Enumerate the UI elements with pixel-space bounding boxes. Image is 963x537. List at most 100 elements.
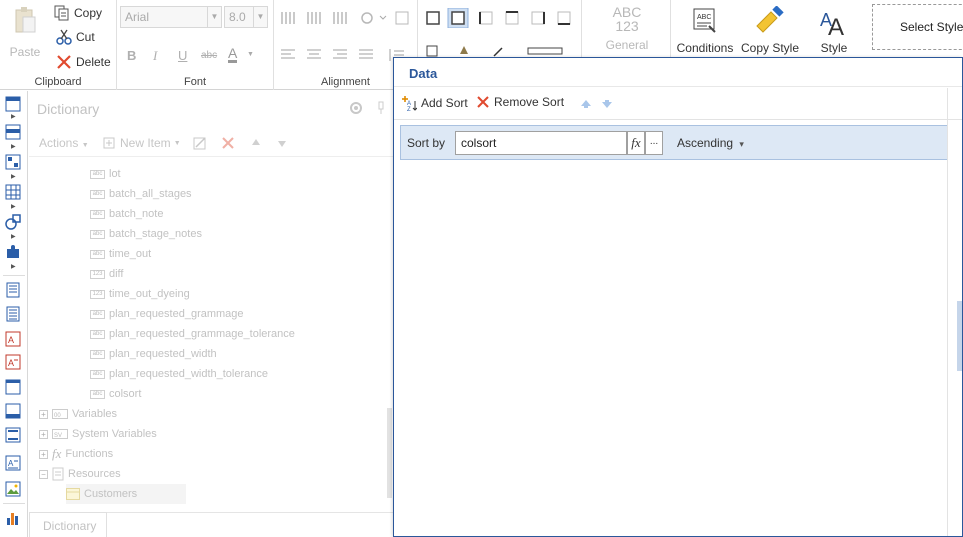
report-title-band-icon[interactable] bbox=[5, 96, 21, 112]
font-group-label: Font bbox=[183, 76, 206, 88]
expression-editor-button[interactable]: fx bbox=[627, 131, 645, 155]
tree-field-row[interactable]: abc plan_requested_width_tolerance bbox=[90, 364, 268, 384]
tree-field-row[interactable]: 123 time_out_dyeing bbox=[90, 284, 190, 304]
caret-right-icon[interactable]: ▶ bbox=[11, 233, 16, 240]
horizontal-align-icons[interactable] bbox=[280, 47, 410, 63]
collapse-icon[interactable]: − bbox=[39, 469, 48, 479]
tree-field-row[interactable]: 123 diff bbox=[90, 264, 123, 284]
cut-button[interactable]: Cut bbox=[56, 27, 95, 47]
sort-rule-row[interactable]: Sort by colsort fx ... Ascending ▾ bbox=[400, 125, 948, 160]
caret-right-icon[interactable]: ▶ bbox=[11, 203, 16, 210]
expand-icon[interactable]: + bbox=[39, 429, 48, 439]
font-family-combo[interactable]: Arial ▼ bbox=[120, 6, 222, 28]
select-style-gallery[interactable]: Select Style bbox=[872, 4, 963, 50]
string-type-icon: abc bbox=[90, 329, 105, 339]
pin-icon[interactable] bbox=[377, 101, 385, 115]
border-style-icons[interactable] bbox=[424, 8, 578, 28]
column-header-icon[interactable] bbox=[5, 379, 21, 395]
chevron-down-icon[interactable]: ▼ bbox=[247, 50, 254, 58]
tree-field-row[interactable]: abc batch_all_stages bbox=[90, 184, 192, 204]
tree-field-row[interactable]: abc lot bbox=[90, 164, 121, 184]
copy-icon bbox=[54, 5, 69, 21]
data-band-icon[interactable] bbox=[5, 154, 21, 170]
dictionary-panel: Dictionary Actions ▼ New Item ▼ abc lot a… bbox=[29, 91, 394, 537]
text-icon[interactable]: A bbox=[5, 455, 21, 471]
strikethrough-button[interactable]: abc bbox=[201, 50, 217, 61]
sort-by-label: Sort by bbox=[407, 136, 446, 150]
delete-x-icon[interactable] bbox=[221, 136, 235, 150]
copy-label: Copy bbox=[74, 6, 103, 20]
copy-style-button[interactable]: Copy Style bbox=[738, 5, 802, 55]
style-button[interactable]: A A Style bbox=[812, 6, 856, 55]
cross-tab-icon[interactable] bbox=[5, 184, 21, 200]
tree-field-row[interactable]: abc plan_requested_width bbox=[90, 344, 217, 364]
caret-right-icon[interactable]: ▶ bbox=[11, 113, 16, 120]
actions-menu[interactable]: Actions ▼ bbox=[39, 136, 89, 150]
format-general-button[interactable]: ABC 123 General bbox=[602, 5, 652, 52]
new-item-menu[interactable]: New Item ▼ bbox=[103, 136, 181, 150]
page-header-icon[interactable] bbox=[5, 282, 21, 298]
fill-line-icons[interactable] bbox=[424, 44, 578, 58]
column-footer-icon[interactable] bbox=[5, 403, 21, 419]
chart-icon[interactable] bbox=[5, 510, 21, 526]
field-name: batch_all_stages bbox=[109, 188, 192, 200]
tree-field-row[interactable]: abc plan_requested_grammage_tolerance bbox=[90, 324, 295, 344]
dictionary-scrollbar[interactable] bbox=[387, 408, 392, 498]
tree-group-variables[interactable]: + 00 Variables bbox=[39, 404, 117, 424]
bold-button[interactable]: B bbox=[127, 48, 136, 63]
add-sort-button[interactable]: A Z Add Sort bbox=[401, 95, 468, 111]
image-icon[interactable] bbox=[5, 481, 21, 497]
tree-field-row[interactable]: abc time_out bbox=[90, 244, 151, 264]
sort-expression-input[interactable]: colsort bbox=[455, 131, 627, 155]
table-resource-icon bbox=[66, 488, 80, 500]
dialog-scrollbar[interactable] bbox=[957, 301, 962, 371]
header-band-icon[interactable] bbox=[5, 124, 21, 140]
tree-field-row[interactable]: abc plan_requested_grammage bbox=[90, 304, 244, 324]
conditions-button[interactable]: ABC Conditions bbox=[676, 6, 734, 55]
font-color-button[interactable]: A bbox=[228, 46, 238, 63]
tree-group-resources[interactable]: − Resources bbox=[39, 464, 121, 484]
text-box-icon[interactable]: A bbox=[5, 331, 21, 347]
page-footer-icon[interactable] bbox=[5, 306, 21, 322]
remove-sort-button[interactable]: Remove Sort bbox=[476, 95, 564, 109]
tree-field-row[interactable]: abc batch_note bbox=[90, 204, 163, 224]
tree-field-row[interactable]: abc batch_stage_notes bbox=[90, 224, 202, 244]
caret-right-icon[interactable]: ▶ bbox=[11, 173, 16, 180]
group-band-icon[interactable] bbox=[5, 427, 21, 443]
tree-group-system-variables[interactable]: + SV System Variables bbox=[39, 424, 157, 444]
caret-right-icon[interactable]: ▶ bbox=[11, 143, 16, 150]
font-size-combo[interactable]: 8.0 ▼ bbox=[224, 6, 268, 28]
svg-text:A: A bbox=[8, 335, 14, 345]
underline-button[interactable]: U bbox=[178, 48, 187, 63]
tree-resource-customers[interactable]: Customers bbox=[66, 484, 186, 504]
expand-icon[interactable]: + bbox=[39, 409, 48, 419]
copy-button[interactable]: Copy bbox=[54, 3, 102, 23]
delete-button[interactable]: Delete bbox=[56, 52, 111, 72]
paste-button[interactable]: Paste bbox=[6, 6, 44, 59]
expand-icon[interactable]: + bbox=[39, 449, 48, 459]
resources-folder-icon bbox=[52, 467, 64, 481]
remove-sort-label: Remove Sort bbox=[494, 95, 565, 109]
puzzle-icon[interactable] bbox=[5, 244, 21, 260]
move-down-icon[interactable] bbox=[601, 99, 613, 109]
vertical-align-icons[interactable] bbox=[280, 10, 410, 26]
move-down-icon[interactable] bbox=[277, 138, 287, 148]
sort-direction-dropdown[interactable]: Ascending ▾ bbox=[677, 136, 744, 150]
gear-icon[interactable] bbox=[349, 101, 363, 115]
chevron-down-icon: ▼ bbox=[81, 142, 89, 149]
tree-group-functions[interactable]: + fx Functions bbox=[39, 444, 113, 464]
edit-icon[interactable] bbox=[193, 136, 207, 150]
tab-dictionary[interactable]: Dictionary bbox=[29, 512, 107, 537]
italic-button[interactable]: I bbox=[153, 48, 157, 64]
move-up-icon[interactable] bbox=[580, 99, 592, 109]
dialog-header: Data bbox=[394, 58, 962, 87]
rich-text-icon[interactable]: A bbox=[5, 354, 21, 370]
shapes-icon[interactable] bbox=[5, 214, 21, 230]
tree-field-row[interactable]: abc colsort bbox=[90, 384, 141, 404]
string-type-icon: abc bbox=[90, 209, 105, 219]
caret-right-icon[interactable]: ▶ bbox=[11, 263, 16, 270]
group-name: System Variables bbox=[72, 428, 157, 440]
chevron-down-icon: ▾ bbox=[739, 139, 744, 149]
move-up-icon[interactable] bbox=[251, 138, 261, 148]
browse-field-button[interactable]: ... bbox=[645, 131, 663, 155]
